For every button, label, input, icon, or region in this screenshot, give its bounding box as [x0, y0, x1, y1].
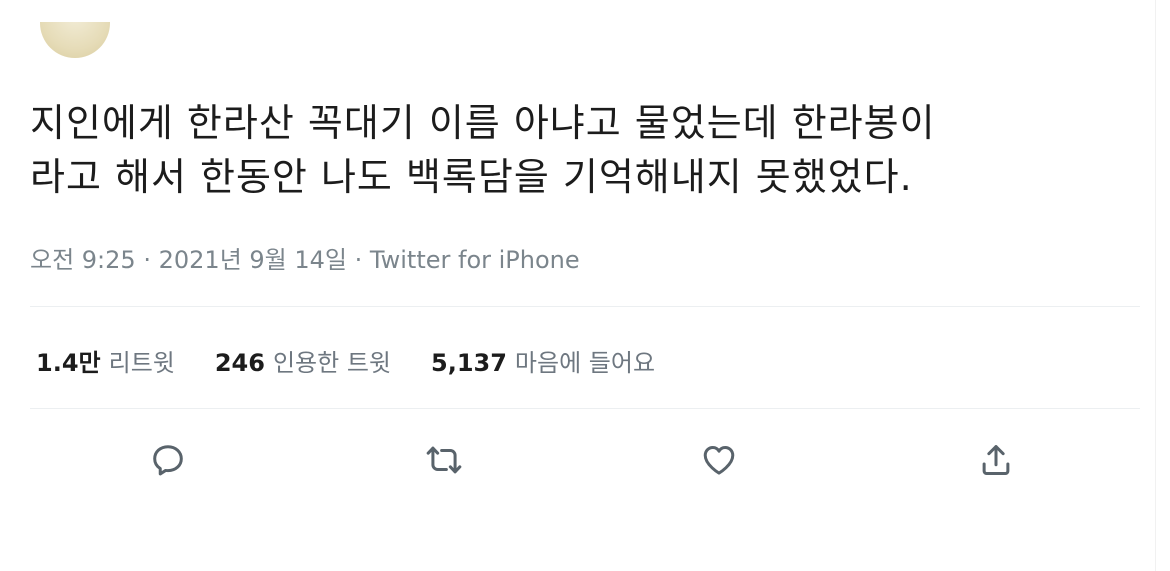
retweet-button[interactable]	[422, 438, 466, 482]
divider	[30, 408, 1140, 409]
tweet-meta: 오전 9:25 · 2021년 9월 14일 · Twitter for iPh…	[30, 240, 580, 275]
share-icon	[982, 445, 1010, 475]
tweet-time[interactable]: 오전 9:25	[30, 246, 136, 274]
heart-icon	[703, 445, 735, 475]
divider	[30, 306, 1140, 307]
meta-separator: ·	[143, 246, 151, 274]
likes-stat[interactable]: 5,137 마음에 들어요	[431, 343, 655, 378]
tweet-actions	[0, 438, 1170, 488]
reply-button[interactable]	[146, 438, 190, 482]
quotes-label: 인용한 트윗	[272, 349, 391, 377]
quotes-count: 246	[214, 349, 265, 377]
avatar-image	[40, 22, 110, 58]
tweet-stats: 1.4만 리트윗 246 인용한 트윗 5,137 마음에 들어요	[36, 343, 695, 378]
page-edge	[1155, 0, 1170, 571]
retweets-count: 1.4만	[36, 349, 101, 377]
retweet-icon	[426, 446, 462, 474]
share-button[interactable]	[974, 438, 1018, 482]
tweet-detail: 지인에게 한라산 꼭대기 이름 아냐고 물었는데 한라봉이 라고 해서 한동안 …	[0, 0, 1170, 571]
retweets-stat[interactable]: 1.4만 리트윗	[36, 343, 175, 378]
avatar[interactable]	[40, 22, 110, 64]
meta-separator: ·	[354, 246, 363, 274]
likes-count: 5,137	[431, 349, 507, 377]
like-button[interactable]	[697, 438, 741, 482]
tweet-date[interactable]: 2021년 9월 14일	[159, 246, 347, 274]
quotes-stat[interactable]: 246 인용한 트윗	[215, 343, 391, 378]
tweet-text: 지인에게 한라산 꼭대기 이름 아냐고 물었는데 한라봉이 라고 해서 한동안 …	[30, 101, 936, 199]
tweet-source[interactable]: Twitter for iPhone	[370, 246, 580, 274]
reply-icon	[153, 445, 183, 476]
likes-label: 마음에 들어요	[514, 349, 656, 377]
retweets-label: 리트윗	[108, 349, 175, 377]
